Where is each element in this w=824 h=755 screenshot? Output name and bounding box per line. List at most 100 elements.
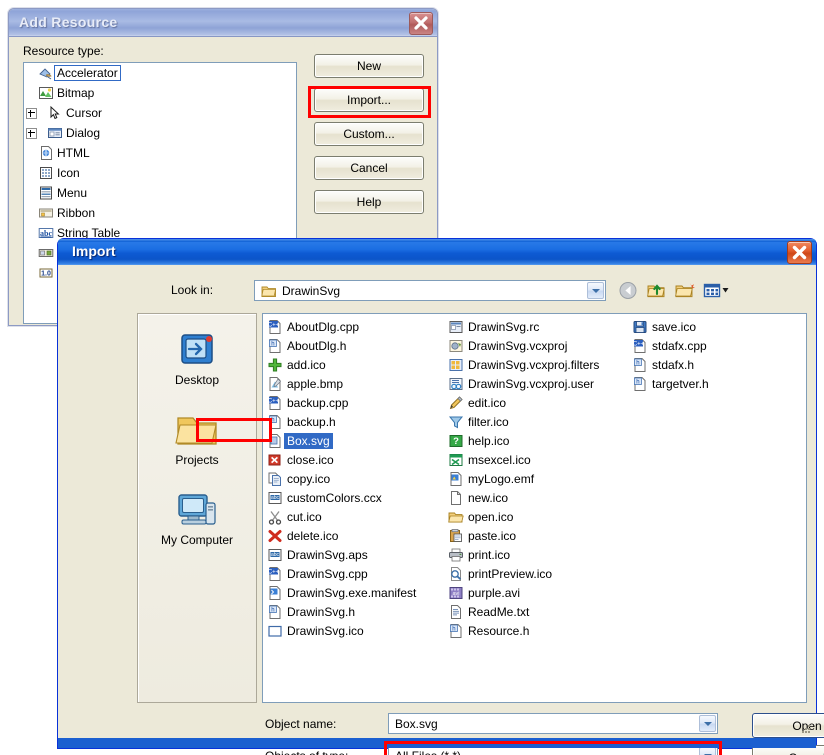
file-column-2: DrawinSvg.rc DrawinSvg.vcxproj DrawinSvg… bbox=[448, 317, 632, 640]
file-item[interactable]: printPreview.ico bbox=[448, 564, 632, 583]
red-cross-icon bbox=[267, 528, 283, 544]
file-item[interactable]: C++ DrawinSvg.cpp bbox=[267, 564, 448, 583]
file-item[interactable]: DrawinSvg.vcxproj.user bbox=[448, 374, 632, 393]
tree-item-accelerator[interactable]: Accelerator bbox=[24, 63, 296, 83]
emf-file-icon bbox=[448, 471, 464, 487]
file-item[interactable]: h backup.h bbox=[267, 412, 448, 431]
tree-item-ribbon[interactable]: Ribbon bbox=[24, 203, 296, 223]
printer-icon bbox=[448, 547, 464, 563]
tree-item-dialog[interactable]: Dialog bbox=[24, 123, 296, 143]
file-item[interactable]: abc DrawinSvg.aps bbox=[267, 545, 448, 564]
file-item[interactable]: close.ico bbox=[267, 450, 448, 469]
file-item[interactable]: ? help.ico bbox=[448, 431, 632, 450]
tree-item-bitmap[interactable]: Bitmap bbox=[24, 83, 296, 103]
place-my-computer[interactable]: My Computer bbox=[138, 488, 256, 554]
resize-grip[interactable] bbox=[800, 722, 812, 734]
file-item[interactable]: DrawinSvg.ico bbox=[267, 621, 448, 640]
file-item[interactable]: DrawinSvg.vcxproj bbox=[448, 336, 632, 355]
file-list-columns: C++ AboutDlg.cpp h AboutDlg.h add.ico ap… bbox=[267, 317, 806, 640]
file-name: DrawinSvg.h bbox=[287, 604, 356, 619]
place-desktop[interactable]: Desktop bbox=[138, 328, 256, 394]
expand-icon[interactable] bbox=[26, 127, 37, 139]
import-button[interactable]: Import... bbox=[314, 88, 424, 112]
manifest-file-icon bbox=[267, 585, 283, 601]
open-button[interactable]: Open bbox=[752, 713, 824, 738]
file-item[interactable]: paste.ico bbox=[448, 526, 632, 545]
tree-item-icon[interactable]: Icon bbox=[24, 163, 296, 183]
tree-item-label: Cursor bbox=[66, 106, 103, 120]
file-item[interactable]: ReadMe.txt bbox=[448, 602, 632, 621]
file-item[interactable]: C++ backup.cpp bbox=[267, 393, 448, 412]
cancel-button[interactable]: Cancel bbox=[314, 156, 424, 180]
place-projects[interactable]: Projects bbox=[138, 408, 256, 474]
look-in-combobox[interactable]: DrawinSvg bbox=[254, 280, 606, 301]
file-item[interactable]: h targetver.h bbox=[632, 374, 806, 393]
file-item[interactable]: edit.ico bbox=[448, 393, 632, 412]
up-one-level-button[interactable] bbox=[646, 280, 668, 301]
avi-file-icon: avi bbox=[448, 585, 464, 601]
bitmap-icon bbox=[38, 85, 54, 101]
file-item[interactable]: print.ico bbox=[448, 545, 632, 564]
file-item[interactable]: DrawinSvg.vcxproj.filters bbox=[448, 355, 632, 374]
new-folder-button[interactable] bbox=[674, 280, 696, 301]
file-item[interactable]: msexcel.ico bbox=[448, 450, 632, 469]
file-item[interactable]: apple.bmp bbox=[267, 374, 448, 393]
file-item[interactable]: save.ico bbox=[632, 317, 806, 336]
file-name: DrawinSvg.vcxproj.user bbox=[468, 376, 595, 391]
chevron-down-icon[interactable] bbox=[699, 747, 716, 755]
cpp-file-icon: C++ bbox=[267, 319, 283, 335]
file-name: copy.ico bbox=[287, 471, 331, 486]
file-item[interactable]: cut.ico bbox=[267, 507, 448, 526]
expand-icon[interactable] bbox=[26, 107, 37, 119]
file-item[interactable]: h stdafx.h bbox=[632, 355, 806, 374]
file-item[interactable]: h AboutDlg.h bbox=[267, 336, 448, 355]
close-button[interactable] bbox=[409, 12, 433, 35]
import-titlebar[interactable]: Import bbox=[58, 239, 816, 265]
file-item[interactable]: delete.ico bbox=[267, 526, 448, 545]
file-item[interactable]: myLogo.emf bbox=[448, 469, 632, 488]
string-table-icon: abc bbox=[38, 225, 54, 241]
close-button[interactable] bbox=[787, 241, 812, 264]
file-item[interactable]: add.ico bbox=[267, 355, 448, 374]
tree-item-cursor[interactable]: Cursor bbox=[24, 103, 296, 123]
file-item[interactable]: h Resource.h bbox=[448, 621, 632, 640]
file-item[interactable]: open.ico bbox=[448, 507, 632, 526]
file-name: customColors.ccx bbox=[287, 490, 382, 505]
red-x-icon bbox=[267, 452, 283, 468]
chevron-down-icon[interactable] bbox=[587, 282, 604, 299]
file-name: print.ico bbox=[468, 547, 511, 562]
file-name: backup.cpp bbox=[287, 395, 349, 410]
tree-item-label: Dialog bbox=[66, 126, 101, 140]
file-item[interactable]: copy.ico bbox=[267, 469, 448, 488]
add-resource-titlebar[interactable]: Add Resource bbox=[9, 9, 437, 37]
place-label: Projects bbox=[175, 453, 219, 467]
tree-item-menu[interactable]: Menu bbox=[24, 183, 296, 203]
new-button[interactable]: New bbox=[314, 54, 424, 78]
views-button[interactable] bbox=[702, 280, 732, 301]
tree-item-html[interactable]: HTML bbox=[24, 143, 296, 163]
back-button[interactable] bbox=[618, 280, 640, 301]
chevron-down-icon[interactable] bbox=[699, 715, 716, 732]
custom-button[interactable]: Custom... bbox=[314, 122, 424, 146]
file-item[interactable]: DrawinSvg.exe.manifest bbox=[267, 583, 448, 602]
file-item[interactable]: h DrawinSvg.h bbox=[267, 602, 448, 621]
file-item[interactable]: abc customColors.ccx bbox=[267, 488, 448, 507]
bitmap-file-icon bbox=[267, 376, 283, 392]
file-list[interactable]: C++ AboutDlg.cpp h AboutDlg.h add.ico ap… bbox=[262, 313, 807, 703]
file-item[interactable]: filter.ico bbox=[448, 412, 632, 431]
tree-item-label: Bitmap bbox=[57, 86, 95, 100]
file-item[interactable]: avi purple.avi bbox=[448, 583, 632, 602]
file-item[interactable]: C++ stdafx.cpp bbox=[632, 336, 806, 355]
file-item[interactable]: C++ AboutDlg.cpp bbox=[267, 317, 448, 336]
object-name-label: Object name: bbox=[265, 717, 337, 731]
object-name-combobox[interactable]: Box.svg bbox=[388, 713, 718, 734]
print-preview-icon bbox=[448, 566, 464, 582]
file-item[interactable]: new.ico bbox=[448, 488, 632, 507]
look-in-value-wrap: DrawinSvg bbox=[261, 284, 340, 298]
file-item[interactable]: DrawinSvg.rc bbox=[448, 317, 632, 336]
help-button[interactable]: Help bbox=[314, 190, 424, 214]
file-item-selected[interactable]: Box.svg bbox=[267, 431, 448, 450]
views-icon bbox=[703, 283, 729, 298]
aps-file-icon: abc bbox=[267, 547, 283, 563]
folder-icon bbox=[138, 408, 256, 452]
